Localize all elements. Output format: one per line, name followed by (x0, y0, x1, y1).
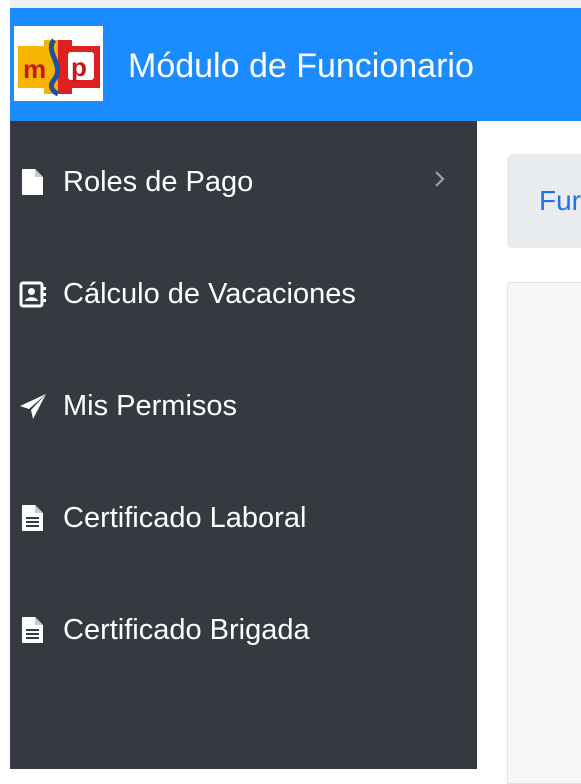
msp-logo-icon: m p (14, 26, 103, 101)
sidebar-item-label: Certificado Brigada (63, 614, 310, 646)
file-icon (18, 167, 48, 197)
sidebar: Roles de Pago Cálculo de Vacaciones Mis … (10, 121, 477, 769)
sidebar-item-label: Mis Permisos (63, 390, 238, 422)
sidebar-item-calculo-de-vacaciones[interactable]: Cálculo de Vacaciones (10, 253, 477, 333)
sidebar-item-certificado-brigada[interactable]: Certificado Brigada (10, 589, 477, 669)
sidebar-item-certificado-laboral[interactable]: Certificado Laboral (10, 477, 477, 557)
contact-card-icon (18, 279, 48, 309)
paper-plane-icon (18, 391, 48, 421)
sidebar-item-label: Cálculo de Vacaciones (63, 278, 356, 310)
file-text-icon (18, 503, 48, 533)
svg-text:m: m (23, 54, 46, 84)
app-title: Módulo de Funcionario (128, 47, 474, 85)
svg-text:p: p (71, 52, 87, 82)
file-text-icon (18, 615, 48, 645)
app-header: m p Módulo de Funcionario (10, 8, 581, 121)
breadcrumb: Fur (507, 154, 581, 248)
content-card (507, 282, 581, 784)
msp-logo[interactable]: m p (14, 26, 103, 101)
sidebar-item-mis-permisos[interactable]: Mis Permisos (10, 365, 477, 445)
breadcrumb-link[interactable]: Fur (539, 184, 581, 218)
main-content: Fur (477, 121, 581, 784)
window-left-edge (0, 0, 10, 769)
window-top-edge (0, 0, 581, 8)
chevron-right-icon[interactable] (428, 167, 452, 191)
sidebar-item-label: Certificado Laboral (63, 502, 307, 534)
sidebar-item-roles-de-pago[interactable]: Roles de Pago (10, 141, 477, 221)
sidebar-item-label: Roles de Pago (63, 166, 254, 198)
